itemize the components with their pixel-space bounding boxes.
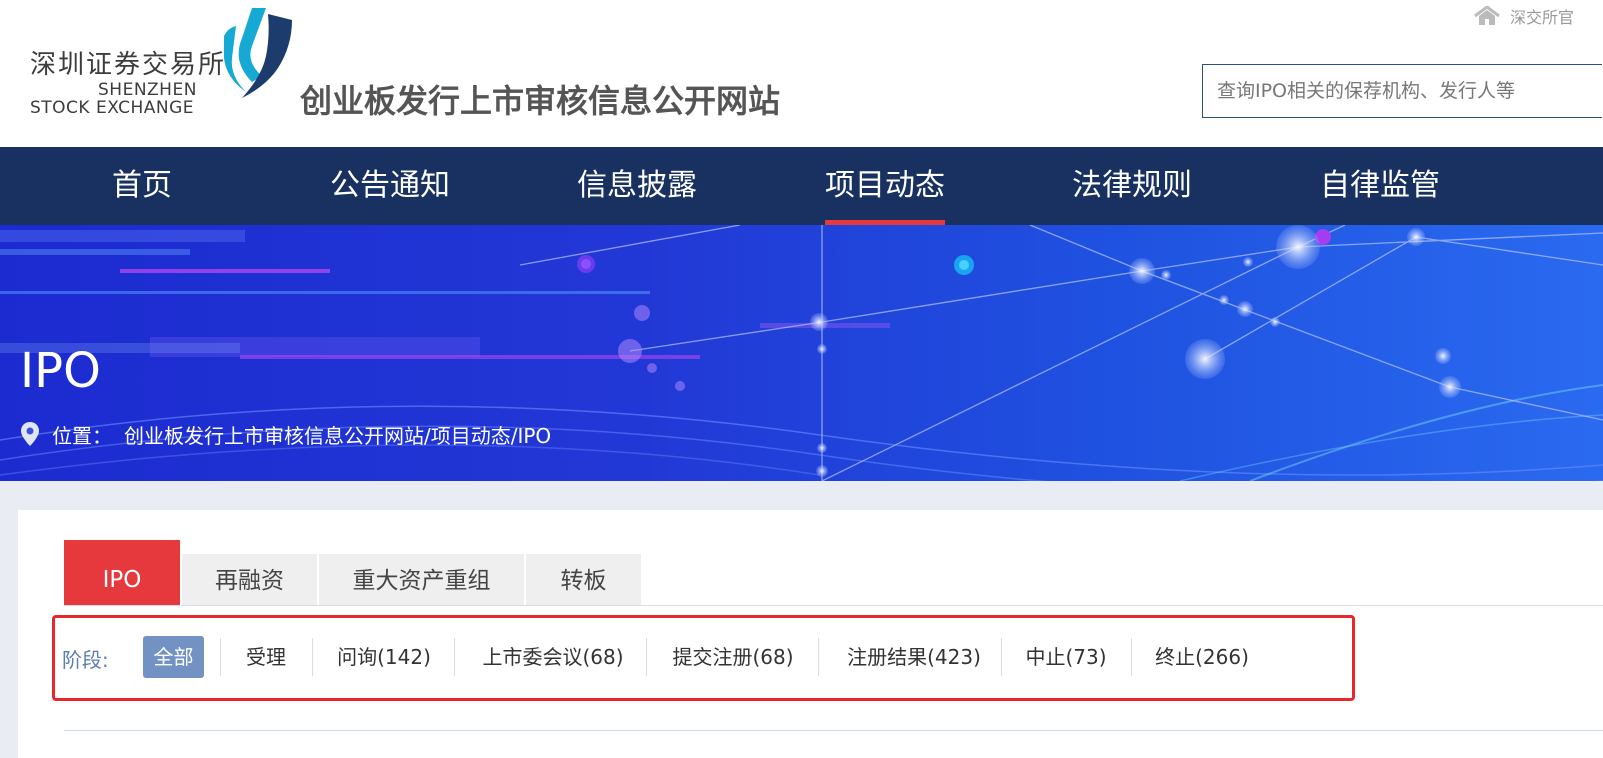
site-header: 深圳证券交易所 SHENZHEN STOCK EXCHANGE 创业板发行上市审…	[0, 0, 1603, 147]
stage-filter-listing-committee[interactable]: 上市委会议(68)	[468, 636, 638, 678]
list-divider	[64, 730, 1603, 731]
exchange-home-link-label: 深交所官	[1510, 8, 1575, 27]
nav-item-announcements[interactable]: 公告通知	[330, 147, 450, 225]
page-title: IPO	[20, 343, 101, 399]
page-banner: IPO 位置： 创业板发行上市审核信息公开网站/项目动态/IPO	[0, 225, 1603, 481]
content-panel: IPO 再融资 重大资产重组 转板 阶段: 全部 受理 问询(142) 上市委会…	[18, 510, 1603, 758]
stage-filter-suspended[interactable]: 中止(73)	[1014, 636, 1118, 678]
logo-text-en-line1: SHENZHEN	[98, 80, 197, 100]
stage-filter-registration-result[interactable]: 注册结果(423)	[830, 636, 998, 678]
nav-item-project-dynamics[interactable]: 项目动态	[825, 147, 945, 225]
tab-ipo[interactable]: IPO	[64, 540, 180, 606]
search-input[interactable]	[1202, 64, 1602, 118]
nav-item-disclosure[interactable]: 信息披露	[577, 147, 697, 225]
location-pin-icon	[21, 422, 39, 446]
tab-major-asset-restructuring[interactable]: 重大资产重组	[319, 554, 524, 606]
logo-mark-icon	[224, 8, 292, 98]
stage-filter-terminated[interactable]: 终止(266)	[1142, 636, 1262, 678]
nav-item-self-regulation[interactable]: 自律监管	[1320, 147, 1440, 225]
logo-text-cn: 深圳证券交易所	[30, 50, 227, 80]
main-nav: 首页 公告通知 信息披露 项目动态 法律规则 自律监管	[0, 147, 1603, 225]
logo-text-en-line2: STOCK EXCHANGE	[30, 98, 195, 118]
breadcrumb-path[interactable]: 创业板发行上市审核信息公开网站/项目动态/IPO	[124, 420, 551, 449]
stage-filter-label: 阶段:	[62, 648, 109, 672]
stage-filter-inquiry[interactable]: 问询(142)	[325, 636, 443, 678]
stage-separator	[1131, 638, 1132, 676]
stage-separator	[312, 638, 313, 676]
stage-separator	[1001, 638, 1002, 676]
stage-filter-registration-submitted[interactable]: 提交注册(68)	[658, 636, 808, 678]
site-title: 创业板发行上市审核信息公开网站	[300, 82, 781, 120]
nav-item-home[interactable]: 首页	[112, 147, 172, 225]
stage-separator	[818, 638, 819, 676]
home-icon	[1474, 6, 1500, 25]
stage-filter-accepted[interactable]: 受理	[234, 636, 298, 678]
tab-board-transfer[interactable]: 转板	[526, 554, 641, 606]
stage-filter-all[interactable]: 全部	[143, 636, 204, 678]
stage-separator	[454, 638, 455, 676]
tabs-divider	[64, 605, 1603, 606]
stage-separator	[220, 638, 221, 676]
tab-refinancing[interactable]: 再融资	[182, 554, 317, 606]
stage-separator	[646, 638, 647, 676]
breadcrumb: 位置： 创业板发行上市审核信息公开网站/项目动态/IPO	[20, 420, 551, 449]
nav-item-legal-rules[interactable]: 法律规则	[1072, 147, 1192, 225]
exchange-home-link[interactable]: 深交所官	[1474, 4, 1574, 28]
breadcrumb-label: 位置：	[52, 423, 112, 448]
